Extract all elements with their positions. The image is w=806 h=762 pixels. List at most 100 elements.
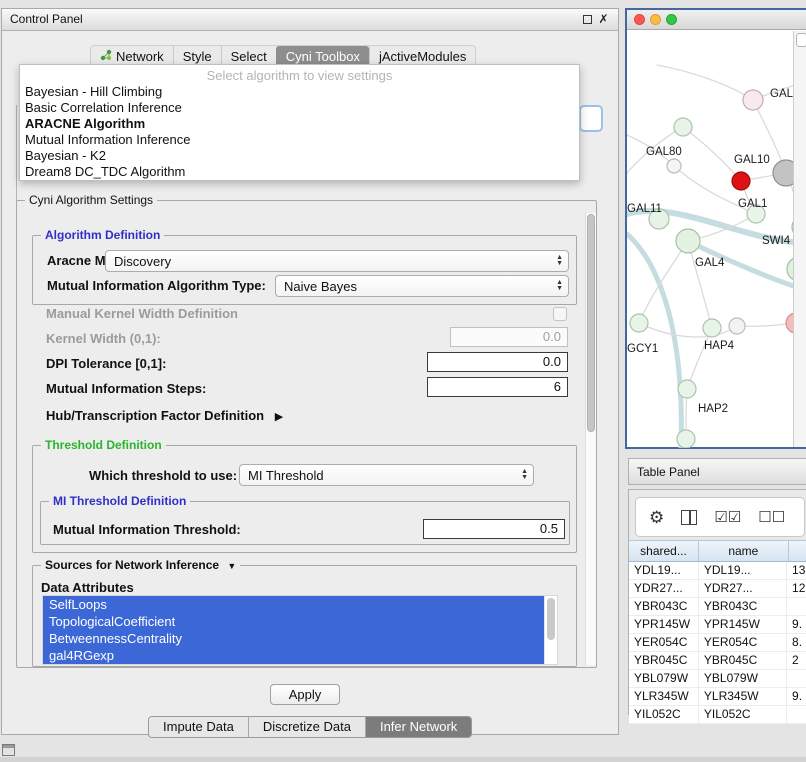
gear-icon[interactable]: ⚙ [649, 509, 664, 526]
table-cell: YBR045C [699, 652, 787, 669]
table-row[interactable]: YIL052CYIL052C [629, 706, 806, 724]
which-threshold-label: Which threshold to use: [89, 468, 237, 483]
algorithm-option[interactable]: Dream8 DC_TDC Algorithm [20, 164, 579, 180]
node-gal80[interactable] [667, 159, 681, 173]
columns-icon[interactable] [681, 510, 697, 525]
minimize-traffic-light[interactable] [650, 14, 661, 25]
table-row[interactable]: YBR043CYBR043C [629, 598, 806, 616]
settings-scrollbar-thumb[interactable] [587, 214, 595, 432]
table-row[interactable]: YBL079WYBL079W [629, 670, 806, 688]
sources-title-text: Sources for Network Inference [45, 558, 219, 572]
table-cell: YPR145W [699, 616, 787, 633]
attribute-list-scrollbar[interactable] [544, 596, 557, 664]
attribute-list-scrollbar-thumb[interactable] [547, 598, 555, 640]
hub-definition-label: Hub/Transcription Factor Definition [46, 408, 264, 423]
network-vertical-scrollbar[interactable] [793, 31, 806, 447]
desktop: Control Panel ✗ NetworkStyleSelectCyni T… [0, 0, 806, 762]
mi-steps-field[interactable]: 6 [427, 377, 568, 397]
dpi-tolerance-label: DPI Tolerance [0,1]: [46, 356, 166, 371]
table-row[interactable]: YDL19...YDL19...13 [629, 562, 806, 580]
table-cell: YER054C [629, 634, 699, 651]
algorithm-combo-fragment[interactable] [579, 105, 603, 132]
algorithm-dropdown-placeholder: Select algorithm to view settings [20, 68, 579, 84]
node-pink-top[interactable] [743, 90, 763, 110]
select-all-checkboxes-icon[interactable]: ☑☑ [714, 510, 741, 525]
node-gal10-red[interactable] [732, 172, 750, 190]
algorithm-option[interactable]: Basic Correlation Inference [20, 100, 579, 116]
node-bottom-green[interactable] [677, 430, 695, 448]
hub-definition-expander[interactable]: Hub/Transcription Factor Definition ▶ [46, 408, 283, 423]
mi-type-combo[interactable]: Naive Bayes ▲▼ [275, 275, 569, 297]
network-edge[interactable] [657, 65, 753, 100]
aracne-mode-combo[interactable]: Discovery ▲▼ [105, 250, 569, 272]
deselect-all-checkboxes-icon[interactable]: ☐☐ [758, 510, 785, 525]
table-cell [787, 598, 806, 615]
dpi-tolerance-field[interactable]: 0.0 [427, 352, 568, 372]
cyni-settings-group-title: Cyni Algorithm Settings [25, 193, 157, 207]
data-attribute-item[interactable]: SelfLoops [43, 596, 550, 613]
kernel-width-field[interactable]: 0.0 [450, 327, 568, 347]
close-icon[interactable]: ✗ [598, 14, 609, 25]
algorithm-option[interactable]: Bayesian - Hill Climbing [20, 84, 579, 100]
algorithm-option[interactable]: Bayesian - K2 [20, 148, 579, 164]
table-row[interactable]: YPR145WYPR145W9. [629, 616, 806, 634]
data-attribute-item[interactable]: gal4RGexp [43, 647, 550, 664]
close-traffic-light[interactable] [634, 14, 645, 25]
node-label: HAP2 [698, 403, 728, 415]
node-gal4[interactable] [676, 229, 700, 253]
combo-arrows-icon: ▲▼ [518, 469, 531, 481]
table-row[interactable]: YBR045CYBR045C2 [629, 652, 806, 670]
table-column-header[interactable]: name [699, 541, 789, 561]
algorithm-option[interactable]: ARACNE Algorithm [20, 116, 579, 132]
table-cell: YBL079W [629, 670, 699, 687]
mi-threshold-field[interactable]: 0.5 [423, 519, 565, 539]
data-attribute-item[interactable]: TopologicalCoefficient [43, 613, 550, 630]
mi-threshold-label: Mutual Information Threshold: [53, 522, 241, 537]
algorithm-option[interactable]: Mutual Information Inference [20, 132, 579, 148]
table-cell: 2 [787, 652, 806, 669]
manual-kernel-checkbox[interactable] [553, 307, 567, 321]
data-attribute-item[interactable]: BetweennessCentrality [43, 630, 550, 647]
table-cell: YIL052C [699, 706, 787, 723]
table-panel-titlebar[interactable]: Table Panel [628, 458, 806, 485]
settings-scrollbar[interactable] [585, 213, 596, 665]
table-cell: YER054C [699, 634, 787, 651]
network-view-window: GALGAL80GAL10GAL11GAL1SWI4GAL4GCY1HAP4YH… [625, 8, 806, 449]
network-edge[interactable] [688, 241, 712, 328]
table-cell: YDL19... [699, 562, 787, 579]
table-cell: YDR27... [629, 580, 699, 597]
control-panel-titlebar[interactable]: Control Panel ✗ [2, 9, 618, 31]
node-mid-white[interactable] [729, 318, 745, 334]
network-edge[interactable] [683, 127, 741, 181]
node-label: GAL [770, 88, 794, 100]
float-window-icon[interactable] [583, 15, 592, 24]
bottom-tab-impute-data[interactable]: Impute Data [149, 717, 248, 737]
node-gcy1[interactable] [630, 314, 648, 332]
node-hap2[interactable] [678, 380, 696, 398]
control-panel-title: Control Panel [10, 9, 83, 30]
mi-threshold-group: MI Threshold Definition Mutual Informati… [40, 501, 570, 545]
table-row[interactable]: YDR27...YDR27...12 [629, 580, 806, 598]
network-edge[interactable] [639, 323, 737, 337]
table-row[interactable]: YLR345WYLR345W9. [629, 688, 806, 706]
network-canvas[interactable]: GALGAL80GAL10GAL11GAL1SWI4GAL4GCY1HAP4YH… [627, 31, 806, 448]
bottom-tab-discretize-data[interactable]: Discretize Data [248, 717, 365, 737]
table-row[interactable]: YER054CYER054C8. [629, 634, 806, 652]
table-panel-title: Table Panel [637, 459, 700, 485]
collapsed-panel-icon[interactable] [2, 744, 15, 756]
table-column-header[interactable] [789, 541, 806, 561]
bottom-tab-infer-network[interactable]: Infer Network [365, 717, 471, 737]
apply-button[interactable]: Apply [270, 684, 340, 705]
sources-group-title[interactable]: Sources for Network Inference ▼ [41, 558, 240, 572]
network-scrollbar-thumb[interactable] [796, 33, 806, 47]
network-edge[interactable] [627, 234, 681, 448]
table-cell: YBR043C [629, 598, 699, 615]
mi-type-value: Naive Bayes [284, 279, 553, 294]
node-green-top[interactable] [674, 118, 692, 136]
which-threshold-combo[interactable]: MI Threshold ▲▼ [239, 464, 534, 486]
node-hap4[interactable] [703, 319, 721, 337]
zoom-traffic-light[interactable] [666, 14, 677, 25]
table-cell: YBR045C [629, 652, 699, 669]
network-window-titlebar[interactable] [627, 10, 806, 30]
table-column-header[interactable]: shared... [629, 541, 699, 561]
